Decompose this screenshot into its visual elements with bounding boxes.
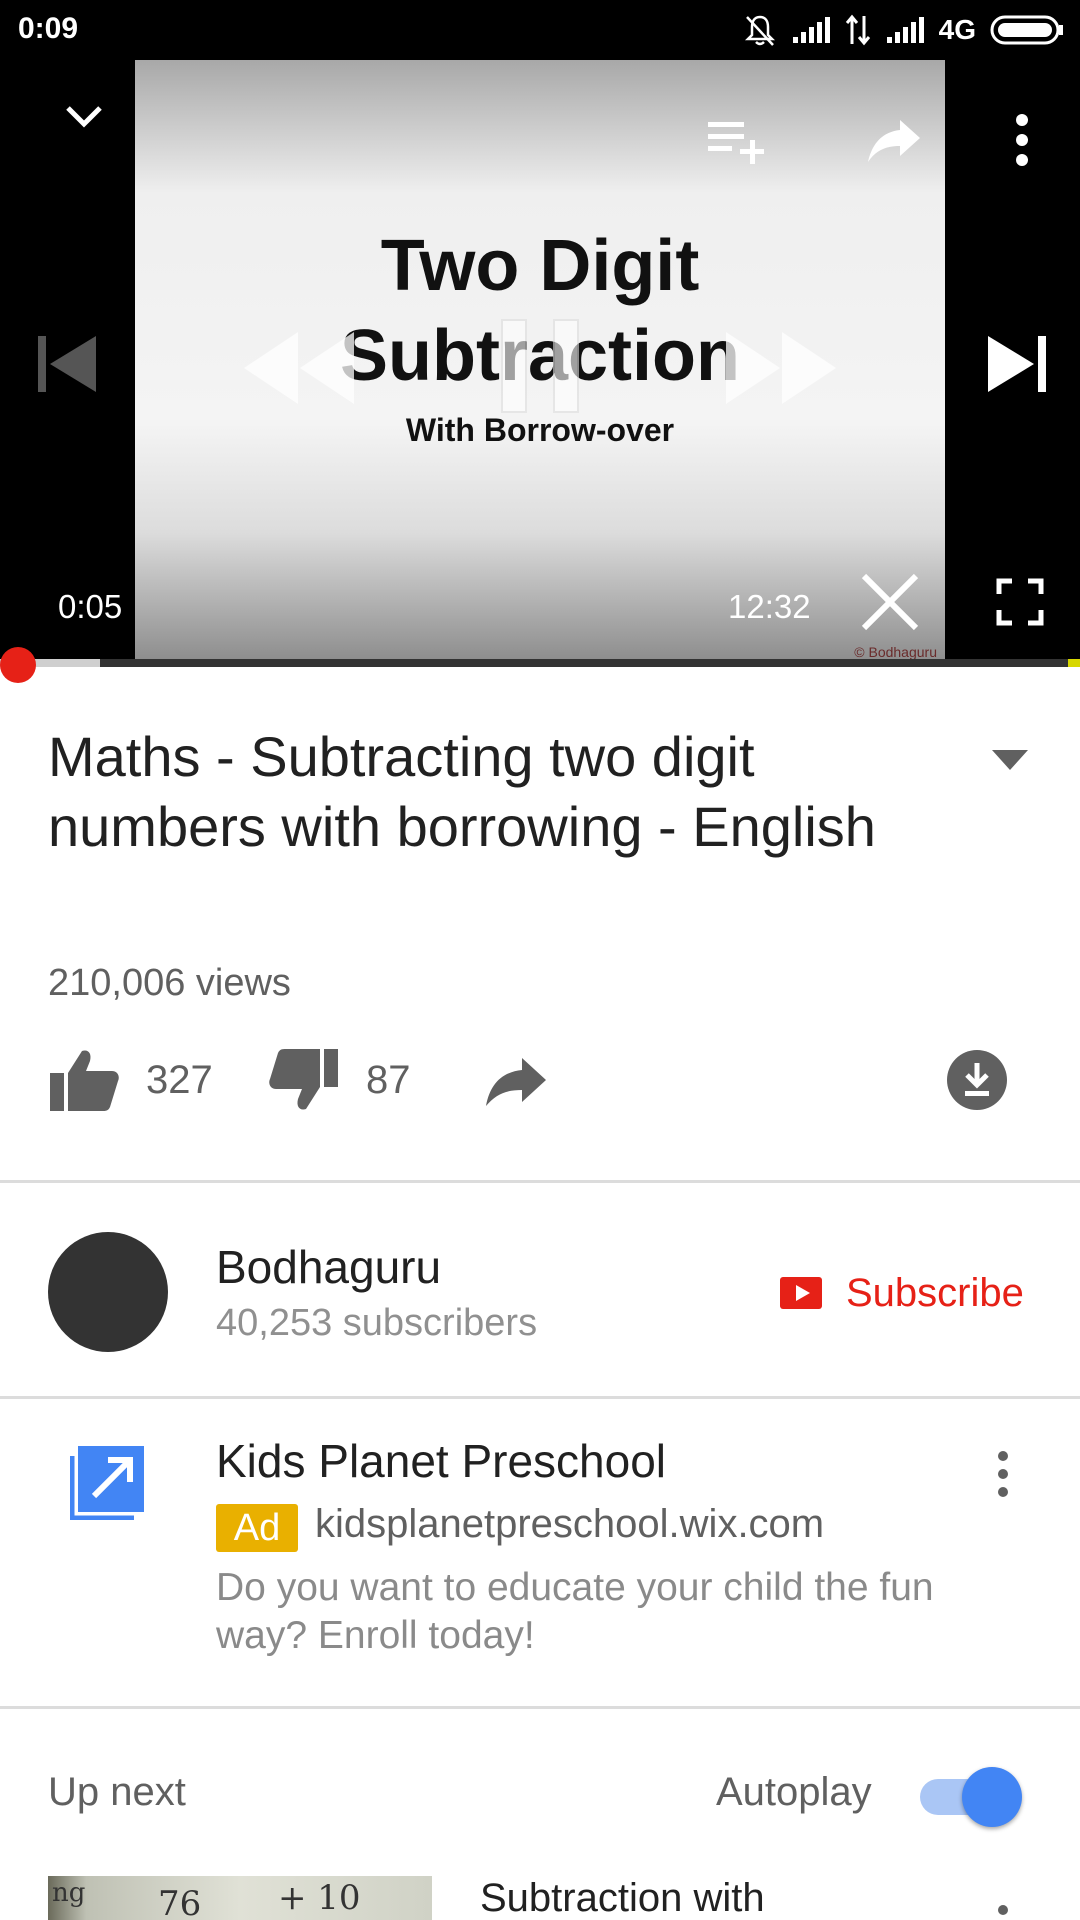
- divider: [0, 1180, 1080, 1183]
- data-arrows-icon: [845, 14, 870, 46]
- status-icons: 4G: [743, 10, 1064, 50]
- share-icon: [486, 1058, 546, 1106]
- dislike-button[interactable]: 87: [268, 1040, 411, 1120]
- thumb-text: 76: [158, 1884, 202, 1920]
- rewind-icon[interactable]: [240, 328, 360, 408]
- fast-forward-icon[interactable]: [720, 328, 840, 408]
- add-to-playlist-icon[interactable]: [706, 116, 770, 164]
- video-frame-title-line1: Two Digit: [380, 226, 700, 306]
- youtube-play-icon: [780, 1277, 822, 1309]
- autoplay-label: Autoplay: [716, 1770, 872, 1814]
- ad-description: Do you want to educate your child the fu…: [216, 1566, 934, 1657]
- progress-end-marker: [1068, 659, 1080, 667]
- view-count: 210,006 views: [48, 962, 291, 1004]
- open-external-icon[interactable]: [70, 1444, 146, 1520]
- subscriber-count: 40,253 subscribers: [216, 1302, 538, 1344]
- previous-icon[interactable]: [36, 332, 100, 396]
- channel-avatar[interactable]: [48, 1232, 168, 1352]
- divider: [0, 1396, 1080, 1399]
- video-watermark: © Bodhaguru: [854, 644, 937, 660]
- fullscreen-icon[interactable]: [996, 578, 1044, 626]
- progress-bar[interactable]: [0, 659, 1080, 667]
- download-icon: [947, 1050, 1007, 1110]
- dislike-count: 87: [366, 1057, 411, 1102]
- subscribe-button[interactable]: Subscribe: [780, 1268, 1024, 1318]
- video-frame-subtitle: With Borrow-over: [405, 412, 675, 448]
- autoplay-toggle[interactable]: [920, 1767, 1022, 1827]
- status-bar: 0:09 4G: [0, 0, 1080, 60]
- pause-icon[interactable]: [498, 316, 582, 416]
- next-video-thumbnail[interactable]: ng 76 + 10: [48, 1876, 432, 1920]
- next-video-title[interactable]: Subtraction with: [480, 1876, 765, 1920]
- thumb-up-icon: [50, 1050, 119, 1111]
- thumb-down-icon: [269, 1049, 338, 1110]
- network-type: 4G: [938, 14, 976, 45]
- signal-icon: [792, 17, 830, 43]
- share-button[interactable]: [484, 1040, 548, 1120]
- share-icon[interactable]: [866, 116, 922, 166]
- ad-badge: Ad: [216, 1504, 298, 1552]
- status-time: 0:09: [18, 12, 79, 45]
- thumb-text: ng: [52, 1878, 86, 1908]
- like-count: 327: [146, 1057, 213, 1102]
- next-icon[interactable]: [984, 332, 1048, 396]
- close-icon[interactable]: [858, 570, 922, 634]
- more-vert-icon[interactable]: [990, 1900, 1016, 1920]
- ad-url[interactable]: kidsplanetpreschool.wix.com: [315, 1502, 824, 1547]
- video-title: Maths - Subtracting two digit numbers wi…: [48, 725, 876, 858]
- autoplay-toggle-knob: [962, 1767, 1022, 1827]
- video-duration: 12:32: [728, 588, 811, 625]
- battery-icon: [990, 15, 1063, 45]
- progress-scrubber[interactable]: [0, 647, 36, 683]
- video-player[interactable]: Two Digit Subtraction With Borrow-over ©…: [0, 60, 1080, 666]
- current-time: 0:05: [58, 588, 123, 625]
- expand-description-icon[interactable]: [990, 748, 1030, 772]
- more-vert-icon[interactable]: [990, 1450, 1016, 1500]
- download-button[interactable]: [946, 1040, 1008, 1120]
- subscribe-label: Subscribe: [846, 1270, 1024, 1315]
- notifications-off-icon: [744, 15, 775, 46]
- up-next-label: Up next: [48, 1770, 186, 1814]
- signal-icon: [886, 17, 924, 43]
- thumb-text: + 10: [278, 1878, 361, 1918]
- ad-title[interactable]: Kids Planet Preschool: [216, 1434, 666, 1488]
- channel-name[interactable]: Bodhaguru: [216, 1240, 441, 1294]
- more-vert-icon[interactable]: [1010, 112, 1034, 168]
- divider: [0, 1706, 1080, 1709]
- like-button[interactable]: 327: [48, 1040, 213, 1120]
- chevron-down-icon[interactable]: [62, 102, 106, 132]
- action-row: 327 87: [0, 1040, 1080, 1120]
